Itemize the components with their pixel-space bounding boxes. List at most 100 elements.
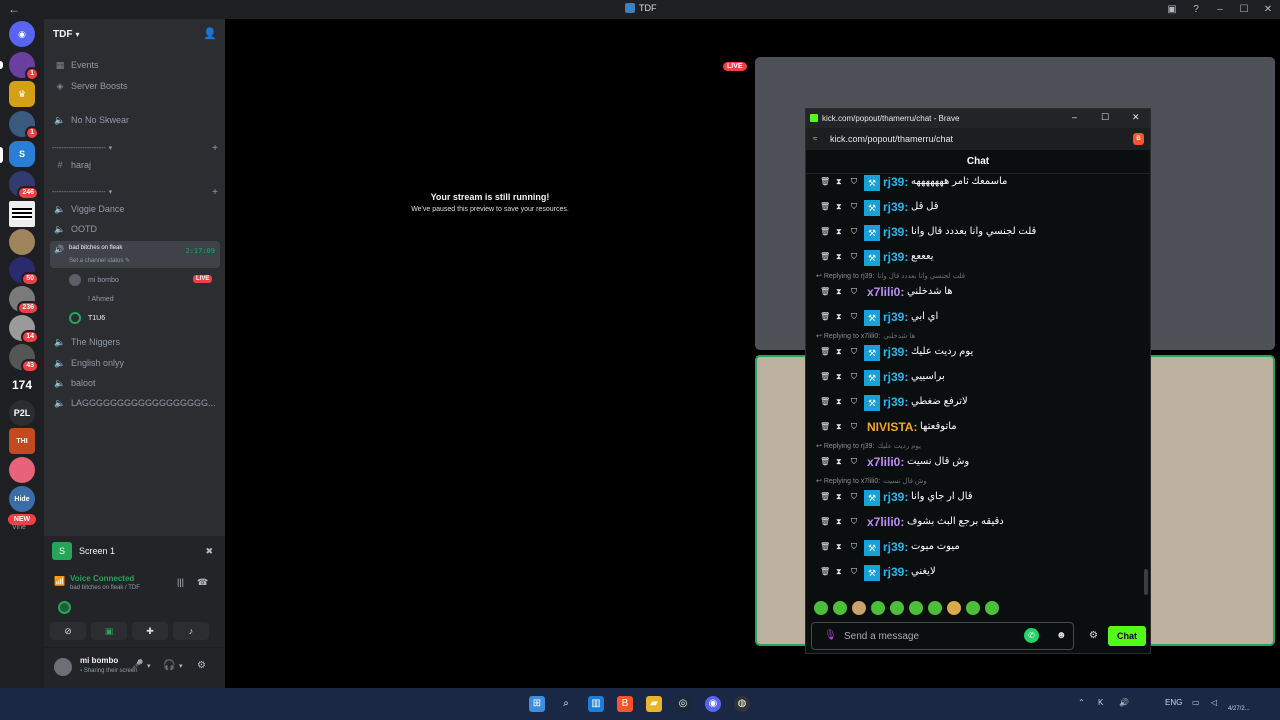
clock-date[interactable]: 4/27/2... (1228, 706, 1250, 712)
microphone-icon[interactable]: 🎤 (131, 660, 143, 671)
voice-location[interactable]: bad bitches on fleak / TDF (70, 585, 140, 591)
server-icon-hide[interactable]: Hide (9, 486, 35, 512)
gear-icon[interactable]: ⚙ (1089, 630, 1098, 641)
trash-icon[interactable]: 🗑 (820, 347, 830, 356)
voice-channel-ootd[interactable]: 🔈 OOTD (50, 220, 220, 238)
voice-channel-baloot[interactable]: 🔈 baloot (50, 374, 220, 392)
sidebar-item-server-boosts[interactable]: ◈ Server Boosts (50, 77, 220, 95)
voice-status[interactable]: Voice Connected (70, 574, 134, 583)
shield-icon[interactable]: ⛉ (851, 517, 857, 527)
chat-username[interactable]: rj39: (883, 345, 908, 359)
discord-icon[interactable]: ◉ (705, 696, 721, 712)
emote-icon[interactable] (871, 601, 885, 615)
chat-message[interactable]: 🗑 ⧗ ⛉ ⚒ rj39: يوم رديت عليك (806, 343, 1141, 363)
trash-icon[interactable]: 🗑 (820, 567, 830, 576)
headphones-icon[interactable]: 🎧 (163, 660, 175, 671)
timeout-icon[interactable]: ⧗ (836, 397, 842, 407)
steam-icon[interactable]: ◎ (675, 696, 691, 712)
stop-stream-icon[interactable]: ✖ (205, 546, 213, 557)
help-icon[interactable]: ? (1184, 4, 1208, 15)
server-icon[interactable]: 246 (9, 171, 39, 200)
camera-off-button[interactable]: ⊘ (50, 622, 86, 640)
speaker-icon[interactable]: ◁ (1211, 698, 1217, 707)
trash-icon[interactable]: 🗑 (820, 227, 830, 236)
server-header[interactable]: TDF ▾ 👤 (44, 19, 225, 49)
chat-message[interactable]: 🗑 ⧗ ⛉ ⚒ rj39: لاترفع ضغطي (806, 393, 1141, 413)
chat-message[interactable]: 🗑 ⧗ ⛉ x7lili0: ها شدخلني (806, 283, 1141, 303)
invite-people-icon[interactable]: 👤 (203, 27, 217, 40)
shield-icon[interactable]: ⛉ (851, 347, 857, 357)
voice-channel-viggie-dance[interactable]: 🔈 Viggie Dance (50, 200, 220, 218)
close-button[interactable]: ✕ (1132, 112, 1140, 123)
chat-message[interactable]: 🗑 ⧗ ⛉ ⚒ rj39: قلت لجنسي وانا بعددد قال وانا (806, 223, 1141, 243)
site-settings-icon[interactable]: ≈ (813, 134, 817, 143)
timeout-icon[interactable]: ⧗ (836, 177, 842, 187)
server-icon[interactable] (9, 201, 35, 227)
trash-icon[interactable]: 🗑 (820, 492, 830, 501)
chat-message[interactable]: 🗑 ⧗ ⛉ ⚒ rj39: اي ابي (806, 308, 1141, 328)
chat-message[interactable]: 🗑 ⧗ ⛉ ⚒ rj39: يعععع (806, 248, 1141, 268)
timeout-icon[interactable]: ⧗ (836, 457, 842, 467)
timeout-icon[interactable]: ⧗ (836, 227, 842, 237)
server-icon-tdf[interactable]: S (9, 141, 35, 167)
chat-message[interactable]: 🗑 ⧗ ⛉ ⚒ rj39: ماسمعك ثامر هههههههه (806, 173, 1141, 193)
trash-icon[interactable]: 🗑 (820, 457, 830, 466)
shield-icon[interactable]: ⛉ (851, 457, 857, 467)
soundboard-button[interactable]: ♪ (173, 622, 209, 640)
windows-start-icon[interactable]: ⊞ (529, 696, 545, 712)
emote-icon[interactable] (928, 601, 942, 615)
trash-icon[interactable]: 🗑 (820, 372, 830, 381)
chat-username[interactable]: x7lili0: (867, 515, 904, 529)
add-channel-icon[interactable]: + (212, 143, 218, 154)
network-icon[interactable]: ▭ (1192, 698, 1200, 707)
brave-icon[interactable]: B (617, 696, 633, 712)
server-icon[interactable]: 50 (9, 257, 39, 286)
shield-icon[interactable]: ⛉ (851, 202, 857, 212)
chat-username[interactable]: rj39: (883, 395, 908, 409)
emote-icon[interactable] (909, 601, 923, 615)
emote-icon[interactable] (947, 601, 961, 615)
add-channel-icon[interactable]: + (212, 187, 218, 198)
timeout-icon[interactable]: ⧗ (836, 567, 842, 577)
server-icon[interactable]: 236 (9, 286, 39, 315)
avatar[interactable] (54, 658, 72, 676)
chat-message[interactable]: 🗑 ⧗ ⛉ ⚒ rj39: قل قل (806, 198, 1141, 218)
scrollbar[interactable] (1144, 569, 1148, 595)
minimize-button[interactable]: – (1208, 4, 1232, 15)
chat-username[interactable]: rj39: (883, 540, 908, 554)
emote-icon[interactable] (833, 601, 847, 615)
trash-icon[interactable]: 🗑 (820, 422, 830, 431)
trash-icon[interactable]: 🗑 (820, 312, 830, 321)
text-channel-haraj[interactable]: # haraj (50, 156, 220, 174)
discord-home-icon[interactable]: ◉ (9, 21, 35, 47)
chat-username[interactable]: rj39: (883, 370, 908, 384)
chat-message[interactable]: 🗑 ⧗ ⛉ x7lili0: دقيقه برجع البث بشوف (806, 513, 1141, 533)
trash-icon[interactable]: 🗑 (820, 397, 830, 406)
chat-username[interactable]: rj39: (883, 250, 908, 264)
app-icon[interactable]: ◍ (734, 696, 750, 712)
server-icon[interactable]: 14 (9, 315, 39, 344)
chat-username[interactable]: rj39: (883, 225, 908, 239)
server-icon-174[interactable]: 174 (9, 372, 35, 398)
channel-status[interactable]: Set a channel status ✎ (69, 257, 130, 264)
server-icon[interactable] (9, 457, 35, 483)
gear-icon[interactable]: ⚙ (197, 660, 206, 671)
whatsapp-icon[interactable]: ✆ (1024, 628, 1039, 643)
search-icon[interactable]: ⌕ (558, 696, 574, 712)
shield-icon[interactable]: ⛉ (851, 397, 857, 407)
server-icon[interactable] (9, 229, 35, 255)
timeout-icon[interactable]: ⧗ (836, 422, 842, 432)
minimize-button[interactable]: – (1072, 112, 1077, 122)
maximize-button[interactable]: ☐ (1101, 112, 1109, 123)
emoji-icon[interactable]: ☻ (1056, 630, 1067, 641)
voice-user[interactable]: ! Ahmed (69, 291, 114, 307)
timeout-icon[interactable]: ⧗ (836, 542, 842, 552)
emote-icon[interactable] (985, 601, 999, 615)
share-screen-button[interactable]: ▣ (91, 622, 127, 640)
chevron-up-icon[interactable]: ⌃ (1078, 698, 1085, 707)
server-icon[interactable]: ♛ (9, 81, 35, 107)
shield-icon[interactable]: ⛉ (851, 542, 857, 552)
voice-channel-the-niggers[interactable]: 🔈 The Niggers (50, 333, 220, 351)
shield-icon[interactable]: ⛉ (851, 422, 857, 432)
voice-channel-active[interactable]: 🔊 bad bitches on fleak Set a channel sta… (50, 241, 220, 268)
